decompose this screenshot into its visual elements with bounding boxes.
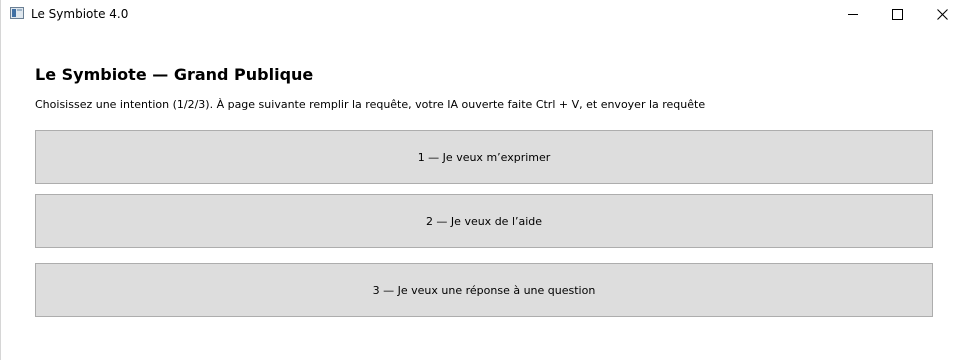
app-window: Le Symbiote 4.0 Le Symbiote — Grand Publ… <box>0 0 965 360</box>
app-window-icon[interactable] <box>10 7 24 19</box>
intention-2-label: 2 — Je veux de l’aide <box>425 214 543 228</box>
intention-3-label: 3 — Je veux une réponse à une question <box>372 283 596 297</box>
maximize-button[interactable] <box>874 0 920 28</box>
close-icon <box>936 8 948 20</box>
intention-3-button[interactable]: 3 — Je veux une réponse à une question <box>35 263 933 317</box>
title-bar[interactable]: Le Symbiote 4.0 <box>1 0 965 28</box>
maximize-icon <box>891 8 903 20</box>
intention-2-button[interactable]: 2 — Je veux de l’aide <box>35 194 933 248</box>
close-button[interactable] <box>919 0 965 28</box>
minimize-icon <box>848 13 858 15</box>
window-title: Le Symbiote 4.0 <box>31 7 129 21</box>
page-title: Le Symbiote — Grand Publique <box>35 65 314 84</box>
intention-1-button[interactable]: 1 — Je veux m’exprimer <box>35 130 933 184</box>
minimize-button[interactable] <box>830 0 876 28</box>
instructions-text: Choisissez une intention (1/2/3). À page… <box>35 98 706 111</box>
intention-1-label: 1 — Je veux m’exprimer <box>417 150 551 164</box>
